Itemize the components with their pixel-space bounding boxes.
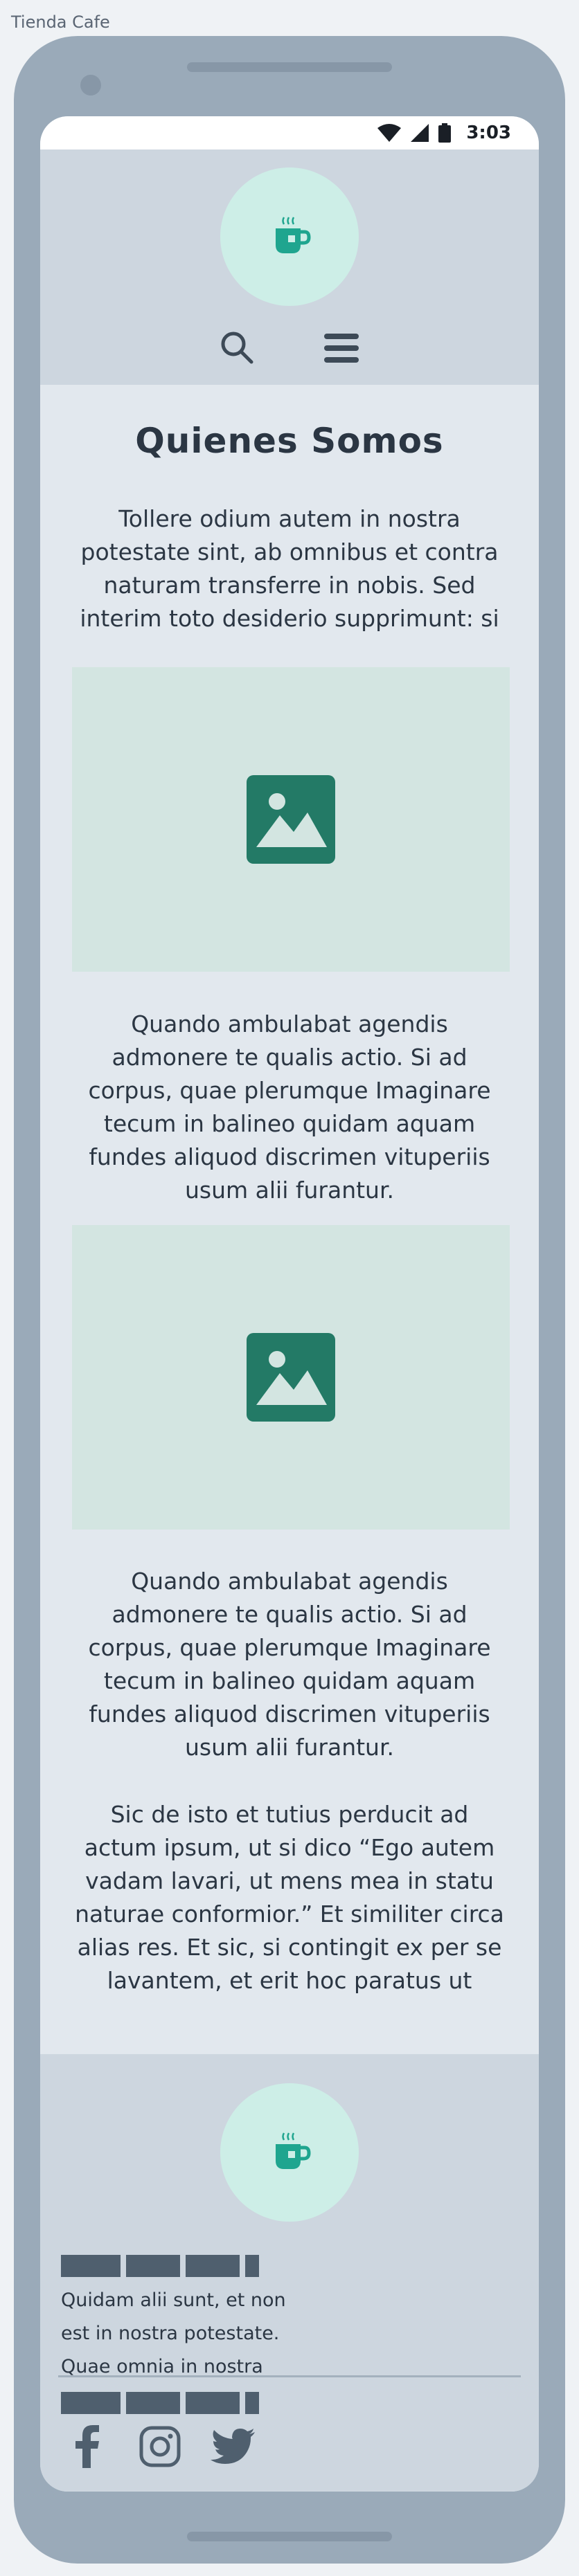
image-placeholder (72, 667, 510, 972)
site-footer: Quidam alii sunt, et non est in nostra p… (40, 2054, 539, 2492)
twitter-link[interactable] (211, 2424, 256, 2469)
image-placeholder (72, 1225, 510, 1530)
text-placeholder-block (186, 2392, 240, 2414)
text-placeholder-block (126, 2255, 180, 2277)
image-placeholder-icon (247, 1333, 335, 1422)
phone-speaker (187, 62, 392, 72)
search-icon (221, 332, 253, 364)
signal-icon (411, 124, 429, 142)
phone-screen: 3:03 Quienes Somos Tollere odium autem i… (40, 116, 539, 2492)
status-time: 3:03 (466, 123, 511, 143)
battery-icon (438, 123, 452, 143)
search-button[interactable] (219, 329, 255, 365)
social-links (64, 2424, 256, 2469)
text-placeholder-block (245, 2255, 259, 2277)
instagram-icon (139, 2426, 181, 2467)
footer-divider (58, 2375, 521, 2377)
text-placeholder-block (61, 2392, 121, 2414)
text-placeholder-block (186, 2255, 240, 2277)
footer-text: Quidam alii sunt, et non est in nostra p… (61, 2289, 286, 2377)
content-paragraph: Sic de isto et tutius perducit ad actum … (75, 1801, 504, 1994)
phone-camera (80, 75, 101, 96)
text-placeholder-block (126, 2392, 180, 2414)
coffee-cup-icon (276, 217, 311, 253)
facebook-link[interactable] (64, 2424, 109, 2469)
content-paragraph: Quando ambulabat agendis admonere te qua… (88, 1010, 491, 1204)
site-logo[interactable] (220, 167, 359, 306)
text-placeholder-block (61, 2255, 121, 2277)
footer-logo[interactable] (220, 2083, 359, 2222)
content-paragraph: Quando ambulabat agendis admonere te qua… (88, 1568, 491, 1761)
menu-button[interactable] (323, 332, 360, 364)
site-header (40, 149, 539, 385)
image-placeholder-icon (247, 775, 335, 864)
text-placeholder-block (245, 2392, 259, 2414)
twitter-icon (211, 2429, 255, 2464)
status-icons: 3:03 (377, 122, 511, 144)
frame-title: Tienda Cafe (11, 12, 110, 32)
status-bar: 3:03 (40, 116, 539, 149)
footer-heading-placeholder (61, 2255, 259, 2277)
intro-paragraph: Tollere odium autem in nostra potestate … (80, 505, 499, 632)
phone-frame: 3:03 Quienes Somos Tollere odium autem i… (14, 36, 565, 2564)
instagram-link[interactable] (137, 2424, 183, 2469)
footer-heading-placeholder (61, 2392, 259, 2414)
page-title: Quienes Somos (135, 421, 444, 461)
main-content: Quienes Somos Tollere odium autem in nos… (40, 385, 539, 2054)
phone-home-bar (187, 2532, 392, 2541)
wifi-icon (377, 124, 402, 142)
facebook-icon (75, 2425, 99, 2468)
hamburger-menu-icon (324, 334, 359, 363)
coffee-cup-icon (276, 2132, 311, 2169)
